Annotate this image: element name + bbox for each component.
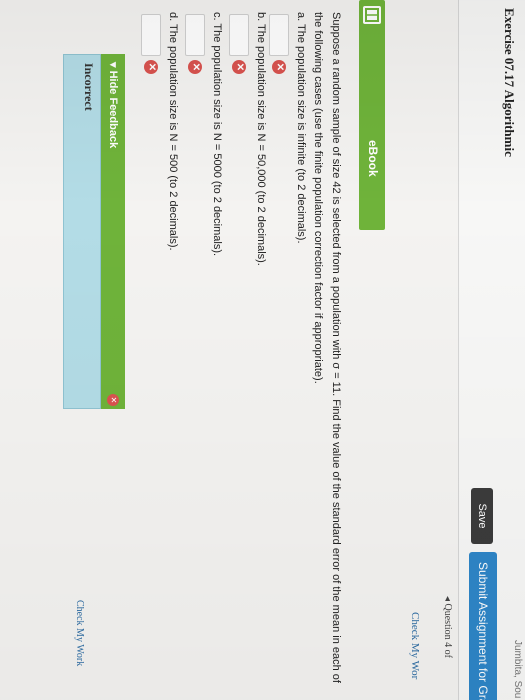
- rotated-page: Exercise 07.17 Algorithmic Jumbita, Sou …: [0, 0, 525, 700]
- part-c-input[interactable]: [185, 14, 205, 56]
- ebook-bar[interactable]: eBook: [359, 0, 385, 230]
- part-d-input[interactable]: [141, 14, 161, 56]
- part-d-error-icon: ✕: [144, 60, 158, 74]
- book-icon: [363, 6, 381, 24]
- part-a-text: a. The population size is infinite (to 2…: [295, 12, 307, 244]
- question-text: Suppose a random sample of size 42 is se…: [312, 12, 342, 683]
- site-name-fragment: Jumbita, Sou: [512, 640, 523, 699]
- part-c-error-icon: ✕: [188, 60, 202, 74]
- ebook-label: eBook: [366, 140, 380, 177]
- hide-feedback-bar[interactable]: ▾ Hide Feedback ✕: [101, 54, 125, 409]
- close-icon[interactable]: ✕: [107, 394, 119, 406]
- part-d-text: d. The population size is N = 500 (to 2 …: [167, 12, 179, 251]
- check-my-work-link-top[interactable]: Check My Wor: [409, 612, 421, 679]
- exercise-title: Exercise 07.17 Algorithmic: [502, 8, 517, 157]
- feedback-panel: Incorrect: [63, 54, 101, 409]
- check-my-work-link-bottom[interactable]: Check My Work: [74, 600, 85, 666]
- part-b-text: b. The population size is N = 50,000 (to…: [255, 12, 267, 266]
- incorrect-label: Incorrect: [82, 63, 96, 111]
- hide-feedback-label: ▾ Hide Feedback: [107, 62, 119, 149]
- part-c-text: c. The population size is N = 5000 (to 2…: [211, 12, 223, 257]
- part-b-input[interactable]: [229, 14, 249, 56]
- submit-assignment-button[interactable]: Submit Assignment for Gra: [469, 552, 497, 700]
- top-bar: Exercise 07.17 Algorithmic Jumbita, Sou …: [458, 0, 525, 700]
- part-b-error-icon: ✕: [232, 60, 246, 74]
- part-a-error-icon: ✕: [272, 60, 286, 74]
- part-a-input[interactable]: [269, 14, 289, 56]
- save-button[interactable]: Save: [471, 488, 493, 544]
- question-nav[interactable]: ◂ Question 4 of: [442, 596, 453, 658]
